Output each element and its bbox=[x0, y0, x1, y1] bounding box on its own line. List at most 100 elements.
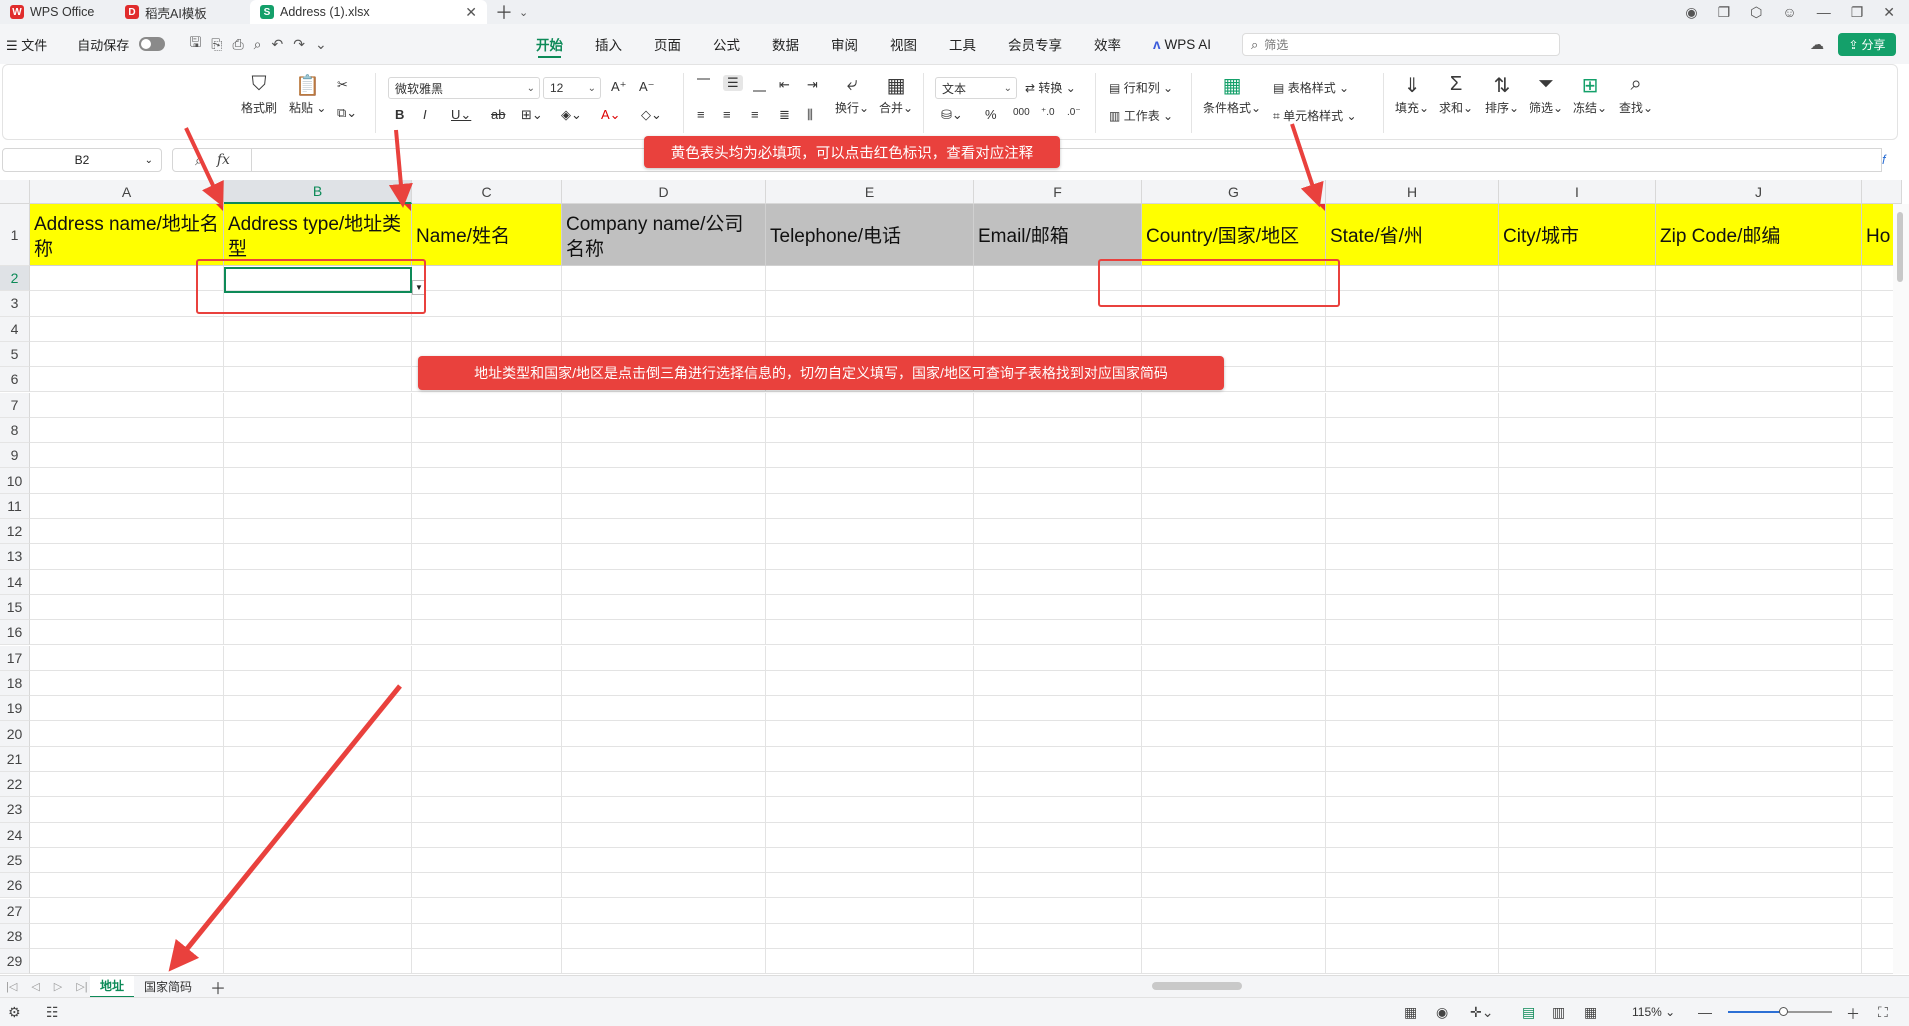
grid-cell[interactable] bbox=[562, 569, 766, 595]
row-header-25[interactable]: 25 bbox=[0, 847, 30, 874]
indent-increase-icon[interactable]: ⇥ bbox=[807, 77, 818, 93]
row-header-17[interactable]: 17 bbox=[0, 645, 30, 671]
grid-cell[interactable] bbox=[1142, 746, 1326, 772]
grid-cell[interactable] bbox=[562, 620, 766, 646]
save-icon[interactable]: 🖫 bbox=[189, 32, 201, 56]
grid-cell[interactable] bbox=[30, 569, 224, 595]
tab-wps-office[interactable]: W WPS Office bbox=[0, 0, 115, 24]
grid-cell[interactable] bbox=[562, 316, 766, 342]
border-icon[interactable]: ⊞⌄ bbox=[521, 107, 543, 123]
share-button[interactable]: ⇪ 分享 bbox=[1838, 33, 1896, 56]
header-cell[interactable]: Address name/地址名称 bbox=[30, 204, 224, 266]
grid-cell[interactable] bbox=[974, 493, 1142, 519]
grid-cell[interactable] bbox=[562, 822, 766, 848]
cube-icon[interactable]: ⬡ bbox=[1750, 4, 1762, 21]
worksheet-button[interactable]: ▥ 工作表 ⌄ bbox=[1109, 107, 1173, 124]
grid-cell[interactable] bbox=[974, 797, 1142, 823]
grid-cell[interactable] bbox=[1142, 443, 1326, 469]
grid-cell[interactable] bbox=[1656, 696, 1862, 722]
grid-cell[interactable] bbox=[224, 847, 412, 874]
grid-cell[interactable] bbox=[974, 519, 1142, 545]
wrap-text-button[interactable]: ⤶ 换行⌄ bbox=[835, 73, 869, 116]
grid-cell[interactable] bbox=[224, 822, 412, 848]
cut-icon[interactable]: ✂ bbox=[337, 77, 348, 93]
search-input[interactable] bbox=[1264, 37, 1525, 52]
grid-cell[interactable] bbox=[1656, 645, 1862, 671]
grid-cell[interactable] bbox=[1326, 291, 1499, 317]
grid-cell[interactable] bbox=[1326, 519, 1499, 545]
normal-view-icon[interactable]: ▤ bbox=[1522, 1004, 1535, 1021]
grid-cell[interactable] bbox=[30, 772, 224, 798]
grid-cell[interactable] bbox=[1656, 873, 1862, 899]
tab-view[interactable]: 视图 bbox=[874, 24, 933, 64]
grid-cell[interactable] bbox=[974, 721, 1142, 747]
grid-cell[interactable] bbox=[30, 822, 224, 848]
grid-cell[interactable] bbox=[30, 519, 224, 545]
grid-cell[interactable] bbox=[30, 898, 224, 924]
tab-insert[interactable]: 插入 bbox=[579, 24, 638, 64]
tab-home[interactable]: 开始 bbox=[520, 24, 579, 64]
print-icon[interactable]: ⎙ bbox=[232, 36, 243, 53]
row-header-20[interactable]: 20 bbox=[0, 721, 30, 747]
formula-input[interactable] bbox=[252, 148, 1882, 172]
grid-cell[interactable] bbox=[562, 417, 766, 444]
bold-icon[interactable]: B bbox=[395, 107, 404, 122]
header-cell[interactable]: City/城市 bbox=[1499, 204, 1656, 266]
grid-cell[interactable] bbox=[1656, 923, 1862, 950]
tab-address-xlsx[interactable]: S Address (1).xlsx ✕ bbox=[250, 0, 487, 24]
grid-cell[interactable] bbox=[1142, 721, 1326, 747]
export-icon[interactable]: ⎘ bbox=[211, 36, 222, 53]
copy-icon[interactable]: ⧉⌄ bbox=[337, 105, 357, 121]
vertical-scrollbar[interactable] bbox=[1893, 204, 1909, 974]
grid-cell[interactable] bbox=[766, 746, 974, 772]
increase-font-icon[interactable]: A⁺ bbox=[611, 79, 627, 95]
grid-cell[interactable] bbox=[562, 923, 766, 950]
grid-cell[interactable] bbox=[30, 923, 224, 950]
grid-cell[interactable] bbox=[1326, 468, 1499, 494]
underline-icon[interactable]: U⌄ bbox=[451, 107, 471, 123]
grid-cell[interactable] bbox=[224, 721, 412, 747]
grid-cell[interactable] bbox=[1142, 873, 1326, 899]
row-header-29[interactable]: 29 bbox=[0, 949, 30, 975]
row-header-12[interactable]: 12 bbox=[0, 519, 30, 545]
grid-cell[interactable] bbox=[1326, 620, 1499, 646]
grid-cell[interactable] bbox=[412, 417, 562, 444]
grid-cell[interactable] bbox=[224, 645, 412, 671]
sort-button[interactable]: ⇅ 排序⌄ bbox=[1485, 73, 1519, 116]
font-color-icon[interactable]: A⌄ bbox=[601, 107, 621, 123]
grid-cell[interactable] bbox=[1326, 746, 1499, 772]
grid-cell[interactable] bbox=[1656, 772, 1862, 798]
grid-cell[interactable] bbox=[766, 797, 974, 823]
grid-cell[interactable] bbox=[974, 443, 1142, 469]
column-header-b[interactable]: B bbox=[224, 180, 412, 204]
grid-cell[interactable] bbox=[974, 873, 1142, 899]
grid-cell[interactable] bbox=[1656, 443, 1862, 469]
comment-indicator-icon[interactable] bbox=[404, 204, 411, 211]
grid-cell[interactable] bbox=[1499, 670, 1656, 697]
currency-icon[interactable]: ⛁⌄ bbox=[941, 107, 963, 123]
column-header-a[interactable]: A bbox=[30, 180, 224, 204]
grid-cell[interactable] bbox=[766, 822, 974, 848]
grid-cell[interactable] bbox=[224, 417, 412, 444]
grid-cell[interactable] bbox=[1142, 493, 1326, 519]
grid-cell[interactable] bbox=[1499, 594, 1656, 621]
grid-cell[interactable] bbox=[224, 898, 412, 924]
grid-cell[interactable] bbox=[562, 721, 766, 747]
row-header-15[interactable]: 15 bbox=[0, 594, 30, 621]
grid-cell[interactable] bbox=[412, 746, 562, 772]
grid-cell[interactable] bbox=[562, 746, 766, 772]
grid-cell[interactable] bbox=[1656, 822, 1862, 848]
align-top-icon[interactable]: ⎺ bbox=[697, 77, 710, 93]
restore-icon[interactable]: ❐ bbox=[1851, 4, 1864, 21]
cloud-sync-icon[interactable]: ☁ bbox=[1810, 36, 1824, 53]
column-header-e[interactable]: E bbox=[766, 180, 974, 204]
file-menu[interactable]: ☰ 文件 bbox=[6, 35, 47, 54]
grid-cell[interactable] bbox=[974, 544, 1142, 570]
grid-cell[interactable] bbox=[30, 721, 224, 747]
eye-protect-icon[interactable]: ◉ bbox=[1436, 1004, 1448, 1021]
layout-icon[interactable]: ✛⌄ bbox=[1470, 1004, 1493, 1021]
grid-cell[interactable] bbox=[1656, 746, 1862, 772]
tab-page[interactable]: 页面 bbox=[638, 24, 697, 64]
tab-review[interactable]: 审阅 bbox=[815, 24, 874, 64]
grid-cell[interactable] bbox=[1499, 266, 1656, 292]
